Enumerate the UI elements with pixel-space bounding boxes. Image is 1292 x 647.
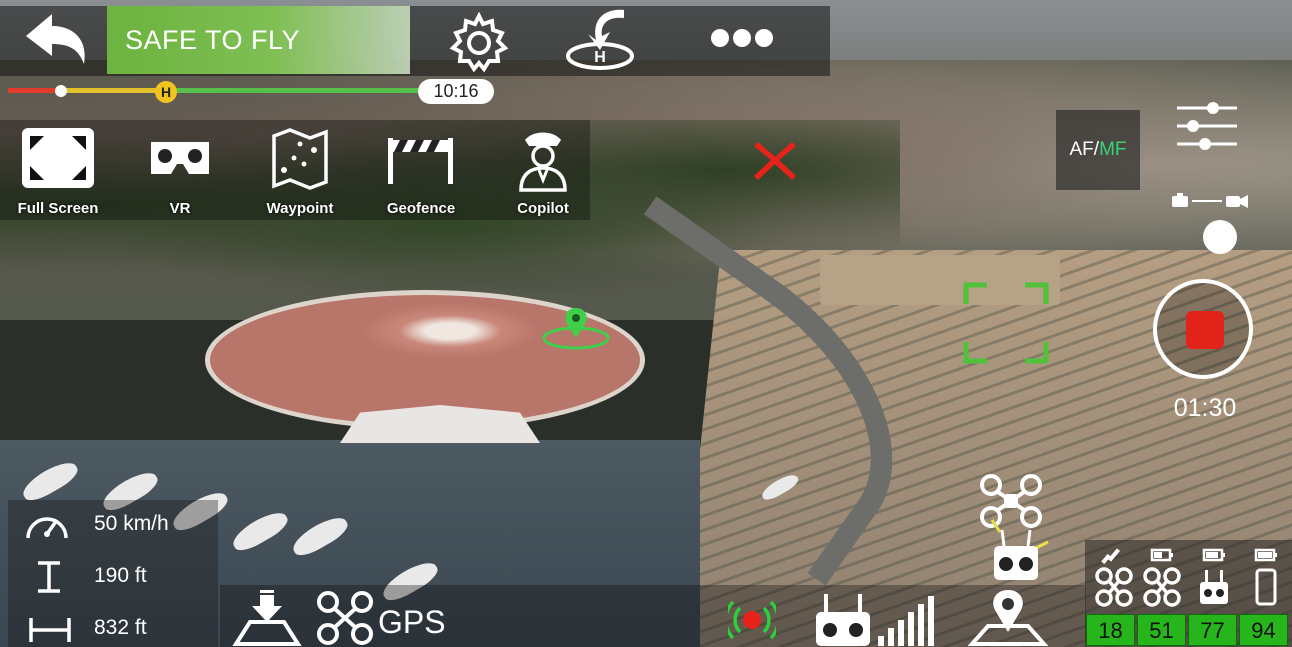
map-location-icon[interactable] (967, 588, 1049, 646)
flight-time-bar (8, 88, 433, 94)
progress-green (173, 88, 433, 93)
drone-gps-icon (316, 590, 374, 646)
recording-time: 01:30 (1173, 394, 1237, 422)
distance-icon (28, 616, 72, 644)
gps-label: GPS (378, 604, 446, 640)
distance-stat: 832 ft (8, 606, 218, 647)
geofence-label: Geofence (386, 200, 456, 217)
more-dots-icon[interactable] (706, 26, 778, 50)
drone-signal-icon (1094, 546, 1134, 608)
controller-battery-icon (1194, 546, 1234, 608)
speedometer-icon (24, 506, 70, 542)
close-icon[interactable] (752, 138, 798, 182)
svg-text:H: H (594, 49, 606, 66)
distance-value: 832 ft (94, 616, 147, 639)
remote-controller-icon (812, 590, 874, 646)
controller-icon (986, 512, 1056, 584)
focus-frame[interactable] (963, 282, 1049, 364)
signal-bars-icon (876, 596, 940, 646)
landing-icon[interactable] (232, 588, 302, 646)
progress-knob (55, 85, 67, 97)
controller-battery-value: 77 (1188, 614, 1237, 646)
af-label: AF (1069, 139, 1094, 160)
pilot-icon (513, 128, 573, 192)
phone-battery-icon (1246, 546, 1286, 608)
speed-stat: 50 km/h (8, 502, 218, 546)
mode-switch-knob[interactable] (1203, 220, 1237, 254)
waypoint-label: Waypoint (266, 200, 334, 217)
altitude-stat: 190 ft (8, 554, 218, 598)
drone-battery-icon (1142, 546, 1182, 608)
copilot-label: Copilot (517, 200, 569, 217)
safe-to-fly-banner: SAFE TO FLY (107, 6, 410, 74)
record-stop-icon[interactable] (1186, 311, 1224, 349)
vr-goggles-icon (147, 138, 213, 178)
altitude-value: 190 ft (94, 564, 147, 587)
feed-star (360, 303, 540, 359)
camera-settings-sliders-icon[interactable] (1175, 96, 1245, 156)
gear-icon[interactable] (448, 11, 510, 74)
fullscreen-icon (22, 128, 94, 188)
home-marker: H (155, 81, 177, 103)
location-pin-icon (541, 304, 611, 352)
back-arrow-icon[interactable] (22, 12, 92, 68)
fullscreen-label: Full Screen (17, 200, 99, 217)
telemetry-panel: 50 km/h 190 ft 832 ft (8, 500, 218, 647)
altitude-icon (34, 560, 64, 594)
flight-time-remaining: 10:16 (418, 79, 494, 104)
drone-flight-screen: SAFE TO FLY H H 10:16 Full Screen VR Way… (0, 0, 1292, 647)
speed-value: 50 km/h (94, 512, 169, 535)
drone-signal-value: 18 (1086, 614, 1135, 646)
drone-battery-value: 51 (1137, 614, 1186, 646)
return-home-icon[interactable]: H (562, 4, 640, 74)
signal-transmit-icon (724, 596, 780, 644)
phone-battery-value: 94 (1239, 614, 1288, 646)
map-waypoint-icon (270, 128, 330, 190)
vr-label: VR (169, 200, 191, 217)
focus-mode-toggle[interactable]: AF/MF (1056, 110, 1140, 190)
mf-label: MF (1099, 139, 1127, 160)
geofence-icon (384, 132, 458, 186)
photo-video-switch[interactable] (1168, 190, 1250, 210)
